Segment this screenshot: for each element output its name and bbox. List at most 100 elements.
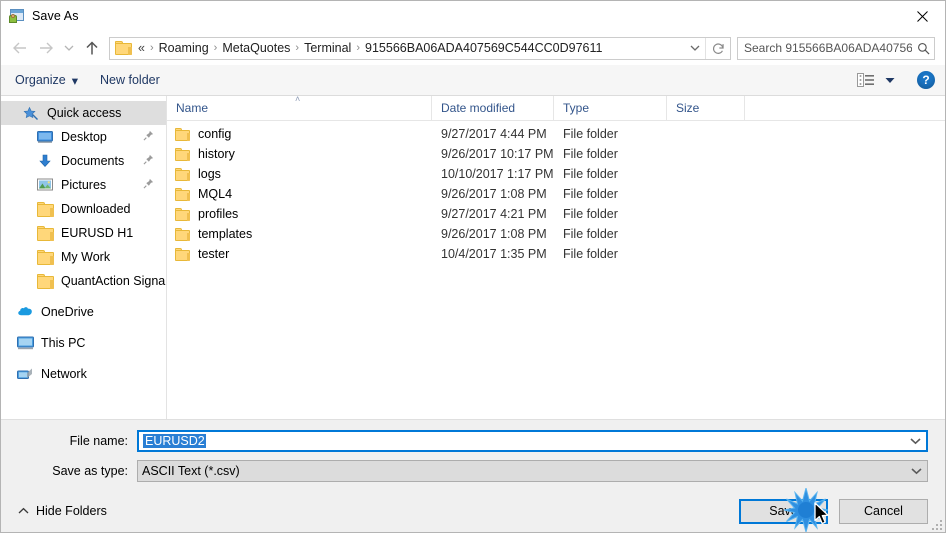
sidebar-item-label: EURUSD H1	[61, 226, 134, 240]
sidebar-item-my-work[interactable]: My Work	[1, 245, 166, 269]
sidebar-item-label: Pictures	[61, 178, 107, 192]
window-title: Save As	[32, 9, 79, 23]
new-folder-label: New folder	[100, 73, 160, 87]
sidebar-item-label: Downloaded	[61, 202, 131, 216]
save-button-label: Save	[769, 504, 798, 518]
refresh-icon	[712, 42, 724, 54]
table-row[interactable]: history 9/26/2017 10:17 PM File folder	[167, 144, 945, 164]
save-as-type-dropdown-button[interactable]	[905, 467, 927, 475]
folder-icon	[175, 247, 190, 261]
table-row[interactable]: logs 10/10/2017 1:17 PM File folder	[167, 164, 945, 184]
table-row[interactable]: templates 9/26/2017 1:08 PM File folder	[167, 224, 945, 244]
save-as-app-icon	[9, 8, 25, 24]
file-type-cell: File folder	[563, 187, 618, 201]
file-name-input[interactable]: EURUSD2	[139, 434, 904, 448]
file-name-dropdown-button[interactable]	[904, 437, 926, 445]
folder-icon	[37, 201, 54, 217]
up-one-level-button[interactable]	[79, 35, 105, 61]
arrow-left-icon	[13, 42, 26, 54]
pin-icon	[143, 154, 154, 168]
file-name-combobox[interactable]: EURUSD2	[137, 430, 928, 452]
view-layout-icon[interactable]	[857, 73, 875, 87]
sidebar-item-quick-access[interactable]: Quick access	[1, 101, 166, 125]
folder-icon	[115, 41, 132, 55]
breadcrumb-separator: ›	[356, 42, 361, 54]
column-header-name[interactable]: Name ˄	[167, 94, 432, 120]
arrow-up-icon	[86, 40, 98, 54]
breadcrumb-separator: ›	[213, 42, 218, 54]
file-name-cell: profiles	[167, 207, 432, 221]
forward-button[interactable]	[33, 35, 59, 61]
search-input[interactable]: Search 915566BA06ADA40756...	[738, 41, 912, 55]
sidebar-item-onedrive[interactable]: OneDrive	[1, 300, 166, 324]
table-row[interactable]: config 9/27/2017 4:44 PM File folder	[167, 124, 945, 144]
sidebar-item-label: Network	[41, 367, 87, 381]
column-header-label: Name	[176, 101, 209, 115]
sidebar-item-eurusd-h1[interactable]: EURUSD H1	[1, 221, 166, 245]
sort-ascending-icon: ˄	[295, 94, 301, 104]
pin-icon	[143, 178, 154, 192]
save-button[interactable]: Save	[739, 498, 828, 524]
breadcrumb-item-terminal-id[interactable]: 915566BA06ADA407569C544CC0D97611	[362, 41, 605, 55]
chevron-down-icon: ▾	[71, 73, 79, 88]
file-rows: config 9/27/2017 4:44 PM File folder his…	[167, 121, 945, 419]
breadcrumb-item-metaquotes[interactable]: MetaQuotes	[219, 41, 293, 55]
hide-folders-label: Hide Folders	[36, 504, 107, 518]
file-name-cell: history	[167, 147, 432, 161]
column-header-date-modified[interactable]: Date modified	[432, 96, 554, 120]
table-row[interactable]: profiles 9/27/2017 4:21 PM File folder	[167, 204, 945, 224]
file-date-cell: 9/27/2017 4:44 PM	[441, 127, 547, 141]
file-date-cell: 10/4/2017 1:35 PM	[441, 247, 547, 261]
search-box[interactable]: Search 915566BA06ADA40756...	[737, 36, 935, 60]
back-button[interactable]	[7, 35, 33, 61]
folder-icon	[175, 147, 190, 161]
file-name-label: config	[198, 127, 232, 141]
sidebar-item-network[interactable]: Network	[1, 362, 166, 386]
breadcrumb: « › Roaming › MetaQuotes › Terminal › 91…	[135, 41, 685, 55]
column-header-row: Name ˄ Date modified Type Size	[167, 94, 945, 121]
search-icon[interactable]	[912, 42, 934, 55]
view-dropdown-button[interactable]	[885, 73, 895, 87]
breadcrumb-overflow[interactable]: «	[135, 41, 148, 55]
breadcrumb-item-roaming[interactable]: Roaming	[156, 41, 212, 55]
breadcrumb-item-terminal[interactable]: Terminal	[301, 41, 354, 55]
file-type-cell: File folder	[563, 127, 618, 141]
address-bar[interactable]: « › Roaming › MetaQuotes › Terminal › 91…	[109, 36, 731, 60]
chevron-down-icon	[909, 438, 921, 445]
cancel-button[interactable]: Cancel	[839, 498, 928, 524]
organize-menu-button[interactable]: Organize ▾	[15, 73, 78, 88]
file-date-cell: 9/27/2017 4:21 PM	[441, 207, 547, 221]
sidebar-item-quantaction-signal[interactable]: QuantAction Signal	[1, 269, 166, 293]
table-row[interactable]: MQL4 9/26/2017 1:08 PM File folder	[167, 184, 945, 204]
new-folder-button[interactable]: New folder	[100, 73, 160, 87]
sidebar-item-downloaded[interactable]: Downloaded	[1, 197, 166, 221]
column-header-size[interactable]: Size	[667, 96, 745, 120]
chevron-down-icon	[910, 468, 922, 475]
recent-locations-button[interactable]	[59, 35, 79, 61]
sidebar-item-label: OneDrive	[41, 305, 94, 319]
sidebar-item-documents[interactable]: Documents	[1, 149, 166, 173]
help-button[interactable]: ?	[917, 71, 935, 89]
resize-grip[interactable]	[930, 518, 942, 530]
star-pin-icon	[23, 106, 40, 121]
chevron-up-icon	[18, 507, 29, 515]
hide-folders-toggle[interactable]: Hide Folders	[18, 504, 107, 518]
sidebar-item-pictures[interactable]: Pictures	[1, 173, 166, 197]
close-button[interactable]	[899, 1, 945, 31]
chevron-down-icon	[690, 45, 700, 51]
table-row[interactable]: tester 10/4/2017 1:35 PM File folder	[167, 244, 945, 264]
folder-icon	[175, 187, 190, 201]
refresh-button[interactable]	[705, 37, 730, 59]
save-as-type-combobox[interactable]: ASCII Text (*.csv)	[137, 460, 928, 482]
sidebar-item-label: Desktop	[61, 130, 107, 144]
file-name-cell: logs	[167, 167, 432, 181]
address-dropdown-button[interactable]	[685, 44, 705, 52]
file-name-cell: tester	[167, 247, 432, 261]
sidebar-item-this-pc[interactable]: This PC	[1, 331, 166, 355]
file-name-row: File name: EURUSD2	[18, 430, 928, 452]
column-header-label: Size	[676, 101, 700, 115]
column-header-type[interactable]: Type	[554, 96, 667, 120]
sidebar-item-desktop[interactable]: Desktop	[1, 125, 166, 149]
file-name-label: logs	[198, 167, 221, 181]
navigation-bar: « › Roaming › MetaQuotes › Terminal › 91…	[1, 31, 945, 65]
